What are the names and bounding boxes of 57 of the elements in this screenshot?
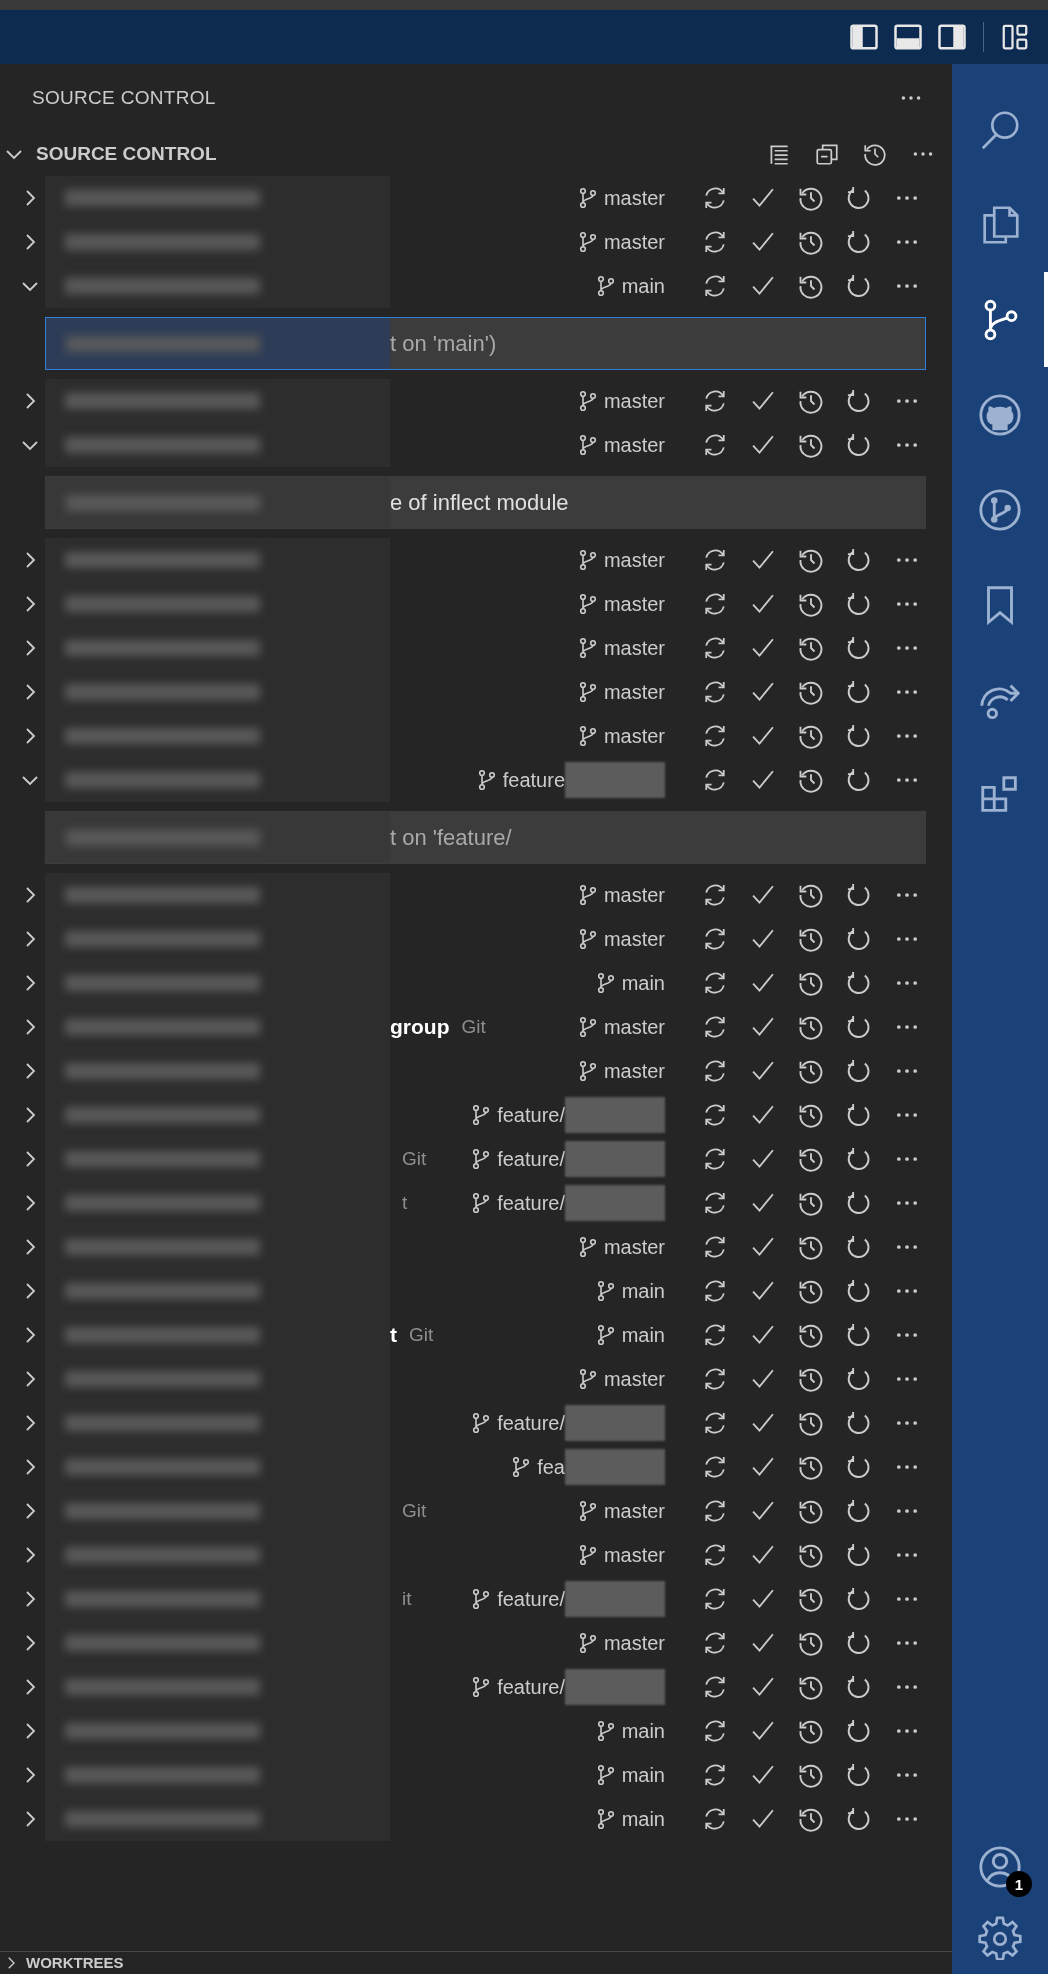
provider-label: Git	[402, 1148, 427, 1170]
provider-label: t	[402, 1192, 408, 1214]
branch-button[interactable]: master	[575, 548, 665, 572]
panel-title: SOURCE CONTROL	[32, 87, 216, 109]
branch-button[interactable]: feature/	[469, 1141, 665, 1177]
commit-message-field[interactable]: t on 'main')	[45, 317, 926, 370]
branch-button[interactable]: main	[593, 1719, 665, 1743]
branch-button[interactable]: master	[575, 1367, 665, 1391]
branch-button[interactable]: master	[575, 1059, 665, 1083]
account-icon[interactable]	[977, 1843, 1023, 1890]
branch-button[interactable]: master	[575, 186, 665, 210]
branch-button[interactable]: main	[593, 1807, 665, 1831]
layout-icon[interactable]	[1000, 22, 1030, 52]
branch-button[interactable]: main	[593, 1279, 665, 1303]
branch-button[interactable]: feature/	[469, 1669, 665, 1705]
collapse-all-icon[interactable]	[814, 141, 840, 167]
pull-request-icon[interactable]	[977, 486, 1023, 533]
branch-button[interactable]: master	[575, 927, 665, 951]
settings-icon[interactable]	[977, 1914, 1023, 1960]
notification-badge: 1	[1006, 1871, 1032, 1897]
branch-button[interactable]: feature	[474, 762, 665, 798]
repository-name: t	[390, 1323, 397, 1347]
cat-logo-icon[interactable]	[977, 391, 1023, 438]
provider-label: Git	[409, 1324, 434, 1346]
branch-button[interactable]: master	[575, 680, 665, 704]
repository-name: group	[390, 1015, 450, 1039]
branch-button[interactable]: main	[593, 274, 665, 298]
branch-button[interactable]: master	[575, 1015, 665, 1039]
provider-label: Git	[402, 1500, 427, 1522]
branch-button[interactable]: master	[575, 230, 665, 254]
branch-button[interactable]: feature/	[469, 1405, 665, 1441]
branch-button[interactable]: master	[575, 1235, 665, 1259]
branch-button[interactable]: master	[575, 636, 665, 660]
provider-label: it	[402, 1588, 412, 1610]
branch-button[interactable]: master	[575, 1499, 665, 1523]
branch-button[interactable]: fea	[509, 1449, 665, 1485]
branch-button[interactable]: feature/	[469, 1581, 665, 1617]
branch-button[interactable]: main	[593, 971, 665, 995]
branch-button[interactable]: master	[575, 592, 665, 616]
provider-label: Git	[461, 1016, 486, 1038]
branch-button[interactable]: main	[593, 1323, 665, 1347]
branch-button[interactable]: master	[575, 1631, 665, 1655]
panel-toggle-icon[interactable]	[893, 22, 923, 52]
commit-message-field[interactable]: t on 'feature/	[45, 811, 926, 864]
branch-button[interactable]: master	[575, 433, 665, 457]
section-title[interactable]: WORKTREES	[26, 1954, 124, 1972]
primary-sidebar-toggle-icon[interactable]	[849, 22, 879, 52]
branch-button[interactable]: master	[575, 724, 665, 748]
branch-button[interactable]: main	[593, 1763, 665, 1787]
secondary-sidebar-toggle-icon[interactable]	[937, 22, 967, 52]
branch-button[interactable]: feature/	[469, 1185, 665, 1221]
branch-button[interactable]: feature/	[469, 1097, 665, 1133]
commit-message-field[interactable]: e of inflect module	[45, 476, 926, 529]
branch-button[interactable]: master	[575, 883, 665, 907]
section-title[interactable]: SOURCE CONTROL	[36, 143, 217, 165]
branch-button[interactable]: master	[575, 1543, 665, 1567]
branch-button[interactable]: master	[575, 389, 665, 413]
